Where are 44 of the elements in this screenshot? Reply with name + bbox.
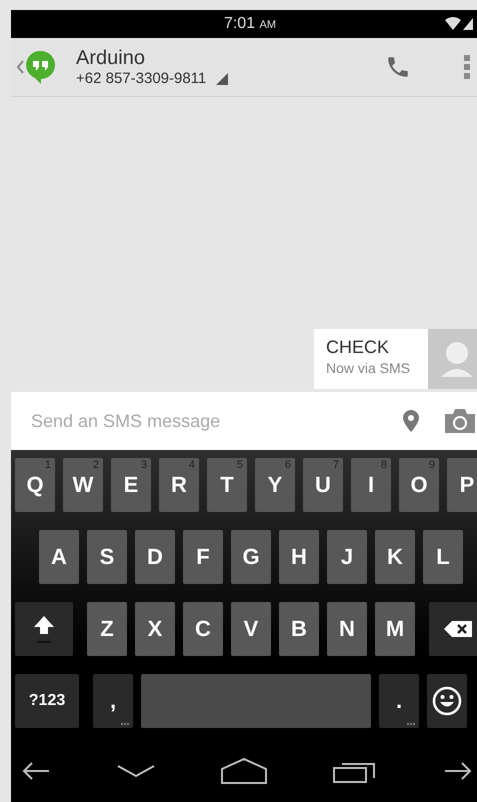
letter-key[interactable]: L	[423, 530, 463, 584]
letter-key[interactable]: C	[183, 602, 223, 656]
contact-name: Arduino	[76, 47, 146, 70]
letter-key[interactable]: B	[279, 602, 319, 656]
letter-key[interactable]: D	[135, 530, 175, 584]
symbols-key[interactable]: ?123	[15, 674, 79, 728]
message-text: CHECK	[326, 337, 390, 358]
letter-key[interactable]: M	[375, 602, 415, 656]
clock: 7:01 AM	[224, 15, 276, 33]
location-pin-icon[interactable]	[403, 410, 419, 432]
punctuation-key[interactable]: ,	[93, 674, 133, 728]
dropdown-icon[interactable]	[216, 72, 228, 84]
backspace-icon	[444, 621, 472, 637]
chevron-icon	[16, 60, 24, 74]
punctuation-key[interactable]: .	[379, 674, 419, 728]
letter-key[interactable]: N	[327, 602, 367, 656]
camera-icon[interactable]	[445, 409, 475, 433]
shift-key[interactable]	[15, 602, 73, 656]
letter-key[interactable]: S	[87, 530, 127, 584]
smiley-icon	[432, 686, 462, 716]
phone-number: +62 857-3309-9811	[76, 70, 206, 87]
compose-bar[interactable]: Send an SMS message	[11, 392, 477, 450]
letter-key[interactable]: J	[327, 530, 367, 584]
overflow-menu-icon[interactable]	[463, 54, 471, 80]
letter-key[interactable]: G	[231, 530, 271, 584]
message-status: Now via SMS	[326, 360, 412, 376]
letter-key[interactable]: H	[279, 530, 319, 584]
emoji-key[interactable]	[427, 674, 467, 728]
letter-key[interactable]: P	[447, 458, 477, 512]
chevron-down-icon[interactable]	[117, 764, 155, 778]
shift-arrow-icon	[33, 614, 55, 644]
backspace-key[interactable]	[429, 602, 477, 656]
home-icon[interactable]	[221, 758, 267, 784]
letter-key[interactable]: K	[375, 530, 415, 584]
back-arrow-icon[interactable]	[21, 761, 51, 781]
letter-key[interactable]: F	[183, 530, 223, 584]
back-button[interactable]	[16, 50, 56, 84]
letter-key[interactable]: X	[135, 602, 175, 656]
letter-key[interactable]: V	[231, 602, 271, 656]
quote-bubble-icon	[26, 50, 56, 84]
message-field[interactable]: Send an SMS message	[11, 410, 377, 432]
forward-arrow-icon[interactable]	[443, 761, 473, 781]
letter-key[interactable]: A	[39, 530, 79, 584]
letter-key[interactable]: Z	[87, 602, 127, 656]
